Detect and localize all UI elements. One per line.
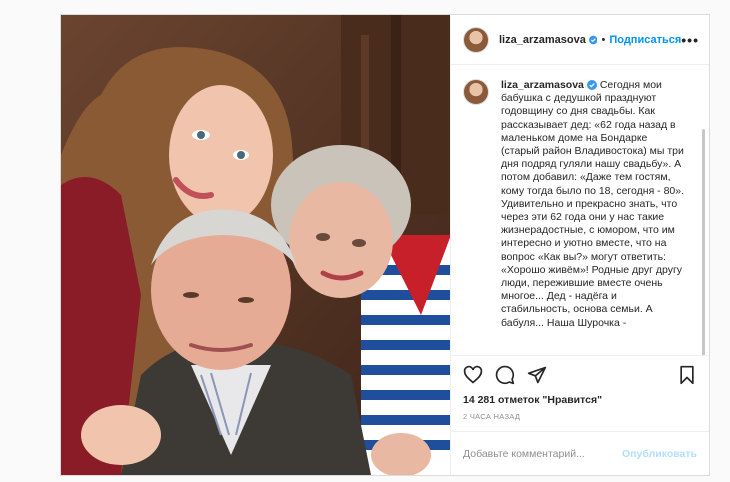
caption-username[interactable]: liza_arzamasova (501, 79, 584, 91)
verified-badge-icon (586, 80, 597, 91)
caption-text-block: liza_arzamasova Сегодня мои бабушка с де… (501, 79, 685, 330)
caption-avatar[interactable] (463, 79, 489, 105)
caption: liza_arzamasova Сегодня мои бабушка с де… (463, 79, 685, 330)
post-photo[interactable] (61, 15, 450, 475)
caption-text: Сегодня мои бабушка с дедушкой празднуют… (501, 79, 685, 329)
share-icon[interactable] (527, 365, 547, 385)
verified-badge-icon (588, 35, 598, 44)
post-sidebar: liza_arzamasova • Подписаться ••• liza_a… (450, 15, 709, 475)
action-icons (463, 362, 697, 388)
publish-button[interactable]: Опубликовать (622, 448, 697, 460)
separator-dot: • (601, 33, 606, 46)
post-header: liza_arzamasova • Подписаться ••• (451, 15, 709, 65)
likes-number: 14 281 отметок (463, 394, 540, 406)
heart-icon[interactable] (463, 365, 483, 385)
instagram-post: liza_arzamasova • Подписаться ••• liza_a… (60, 14, 710, 476)
more-options-icon[interactable]: ••• (681, 32, 699, 48)
post-timestamp[interactable]: 2 часа назад (463, 412, 697, 421)
likes-suffix: "Нравится" (542, 394, 603, 406)
avatar[interactable] (463, 26, 489, 53)
comments-section[interactable]: liza_arzamasova Сегодня мои бабушка с де… (451, 65, 709, 355)
family-photo-image (61, 15, 450, 475)
follow-button[interactable]: Подписаться (609, 34, 681, 46)
comment-input[interactable] (463, 447, 623, 460)
comment-icon[interactable] (495, 365, 515, 385)
add-comment-bar: Опубликовать (451, 431, 709, 475)
header-username[interactable]: liza_arzamasova (499, 34, 586, 46)
likes-count[interactable]: 14 281 отметок "Нравится" (463, 394, 697, 406)
post-actions: 14 281 отметок "Нравится" 2 часа назад (451, 355, 709, 431)
bookmark-icon[interactable] (677, 365, 697, 385)
comments-scrollbar[interactable] (702, 129, 705, 355)
